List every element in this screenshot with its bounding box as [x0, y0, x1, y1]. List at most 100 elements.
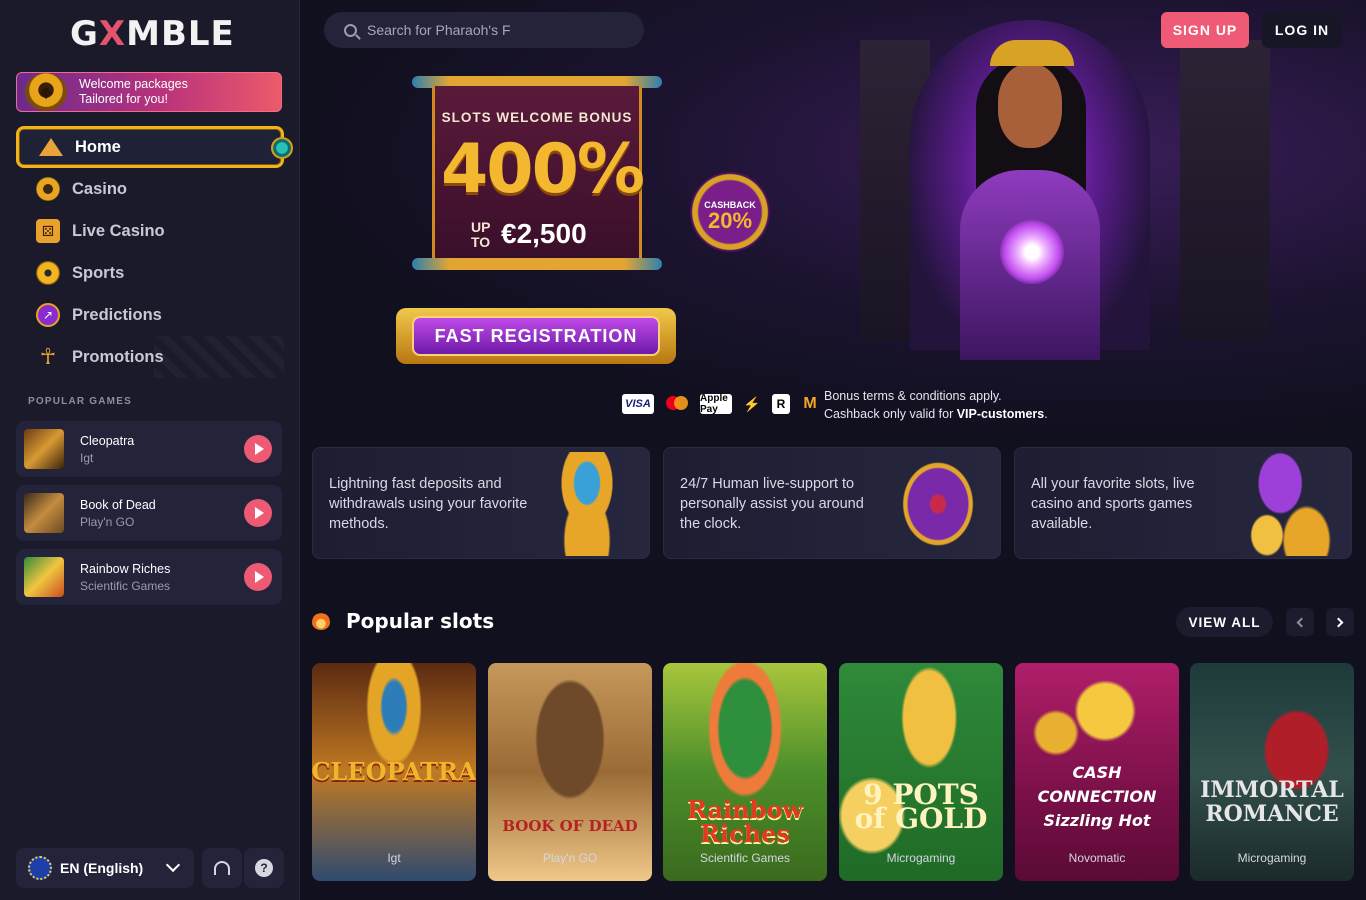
slot-art-title: Rainbow Riches [686, 795, 804, 848]
nav-item-live-casino[interactable]: ⚄ Live Casino [16, 210, 284, 252]
slot-art-title: IMMORTAL ROMANCE [1200, 777, 1344, 827]
bonus-terms: Bonus terms & conditions apply. Cashback… [824, 387, 1048, 423]
game-name: Cleopatra [80, 433, 135, 448]
list-item[interactable]: Rainbow Riches Scientific Games [16, 549, 282, 605]
nav-item-predictions[interactable]: ↗ Predictions [16, 294, 284, 336]
pillar-right [1180, 40, 1270, 340]
to-text: TO [471, 234, 491, 250]
chevron-left-icon [1296, 617, 1307, 627]
support-button[interactable] [202, 848, 242, 888]
game-provider: Play'n GO [80, 514, 135, 529]
sign-up-button[interactable]: SIGN UP [1161, 12, 1249, 48]
coin-icon [36, 177, 60, 201]
feature-card-support: 24/7 Human live-support to personally as… [663, 447, 1001, 559]
crystal-ball [1000, 220, 1064, 284]
popular-games-list: Cleopatra Igt Book of Dead Play'n GO Rai… [16, 421, 282, 613]
nav-item-home[interactable]: Home [16, 126, 293, 168]
game-name: Book of Dead [80, 497, 156, 512]
mastercard-icon [664, 394, 690, 414]
list-item[interactable]: Cleopatra Igt [16, 421, 282, 477]
slot-art-title: CLEOPATRA [312, 757, 476, 786]
fast-registration-button[interactable]: FAST REGISTRATION [396, 308, 676, 364]
bonus-title: SLOTS WELCOME BONUS [441, 110, 633, 125]
language-selector[interactable]: EN (English) [16, 848, 194, 888]
search-bar[interactable] [324, 12, 644, 48]
carousel-next-button[interactable] [1326, 608, 1354, 636]
chevron-right-icon [1333, 617, 1344, 627]
slot-tile-book-of-dead[interactable]: BOOK OF DEAD Play'n GO [488, 663, 652, 881]
slot-tile-cleopatra[interactable]: CLEOPATRA Igt [312, 663, 476, 881]
visa-icon: VISA [622, 394, 654, 414]
up-to-label: UP TO [471, 220, 490, 250]
game-thumbnail [24, 493, 64, 533]
slot-provider: Play'n GO [542, 851, 598, 865]
chevron-down-icon [165, 857, 181, 873]
up-text: UP [471, 219, 491, 235]
language-label: EN (English) [60, 860, 144, 876]
trend-icon: ↗ [36, 303, 60, 327]
main-nav: Home Casino ⚄ Live Casino Sports ↗ Predi… [16, 126, 293, 378]
instant-pay-icon: ⚡ [743, 395, 761, 412]
hero-banner: SLOTS WELCOME BONUS 400% UP TO €2,500 CA… [300, 0, 1366, 440]
slot-tile-immortal-romance[interactable]: IMMORTAL ROMANCE Microgaming [1190, 663, 1354, 881]
cashback-value: 20% [707, 208, 753, 233]
popular-slots-carousel: CLEOPATRA Igt BOOK OF DEAD Play'n GO Rai… [312, 663, 1354, 881]
slot-tile-rainbow-riches[interactable]: Rainbow Riches Scientific Games [663, 663, 827, 881]
logo-text-x: X [98, 14, 127, 54]
play-button[interactable] [244, 563, 272, 591]
view-all-button[interactable]: VIEW ALL [1176, 607, 1273, 637]
revolut-icon: R [772, 394, 790, 414]
logo[interactable]: GXMBLE [70, 14, 235, 54]
slot-provider: Microgaming [886, 851, 956, 865]
sorceress-illustration [920, 30, 1120, 360]
logo-text-right: MBLE [126, 14, 235, 54]
cashback-badge: CASHBACK 20% [690, 172, 770, 252]
feature-card-deposits: Lightning fast deposits and withdrawals … [312, 447, 650, 559]
bonus-amount: €2,500 [501, 218, 587, 249]
apple-pay-icon: Apple Pay [700, 393, 732, 415]
log-in-button[interactable]: LOG IN [1262, 12, 1342, 48]
headset-icon [214, 861, 230, 875]
list-item[interactable]: Book of Dead Play'n GO [16, 485, 282, 541]
welcome-line-2: Tailored for you! [79, 92, 168, 106]
play-button[interactable] [244, 435, 272, 463]
slot-tile-9-pots-of-gold[interactable]: 9 POTS of GOLD Microgaming [839, 663, 1003, 881]
terms-line-2: Cashback only valid for VIP-customers. [824, 407, 1048, 421]
nav-item-sports[interactable]: Sports [16, 252, 284, 294]
slot-provider: Scientific Games [699, 851, 791, 865]
slot-art-title: CASH CONNECTION Sizzling Hot [1037, 763, 1157, 830]
game-thumbnail [24, 557, 64, 597]
slot-provider: Microgaming [1237, 851, 1307, 865]
flame-icon [312, 612, 330, 630]
play-button[interactable] [244, 499, 272, 527]
pyramid-icon [39, 135, 63, 159]
bonus-scroll: SLOTS WELCOME BONUS 400% UP TO €2,500 [432, 86, 645, 258]
muchbetter-icon: M [803, 395, 817, 412]
fast-registration-label: FAST REGISTRATION [412, 316, 660, 356]
main-content: SLOTS WELCOME BONUS 400% UP TO €2,500 CA… [300, 0, 1366, 900]
nav-item-casino[interactable]: Casino [16, 168, 284, 210]
feature-text: All your favorite slots, live casino and… [1031, 476, 1195, 532]
magic-book-icon [894, 452, 982, 556]
welcome-packages-banner[interactable]: ◆ Welcome packages Tailored for you! [16, 72, 282, 112]
question-icon: ? [255, 859, 273, 877]
feature-text: Lightning fast deposits and withdrawals … [329, 476, 528, 532]
nav-label: Promotions [72, 347, 164, 366]
terms-line-1: Bonus terms & conditions apply. [824, 389, 1002, 403]
nav-item-promotions[interactable]: ☥ Promotions [16, 336, 284, 378]
dice-icon: ⚄ [36, 219, 60, 243]
nav-label: Home [75, 137, 121, 156]
help-button[interactable]: ? [244, 848, 284, 888]
nav-label: Predictions [72, 305, 162, 324]
slot-tile-cash-connection[interactable]: CASH CONNECTION Sizzling Hot Novomatic [1015, 663, 1179, 881]
egyptian-cat-icon [1245, 452, 1333, 556]
nav-label: Live Casino [72, 221, 165, 240]
nav-label: Casino [72, 179, 128, 198]
welcome-line-1: Welcome packages [79, 77, 188, 91]
search-input[interactable] [367, 22, 627, 38]
carousel-prev-button[interactable] [1286, 608, 1314, 636]
game-name: Rainbow Riches [80, 561, 171, 576]
pharaoh-coin-icon: ◆ [25, 73, 67, 111]
feature-text: 24/7 Human live-support to personally as… [680, 476, 864, 532]
promotions-pattern [154, 336, 284, 378]
